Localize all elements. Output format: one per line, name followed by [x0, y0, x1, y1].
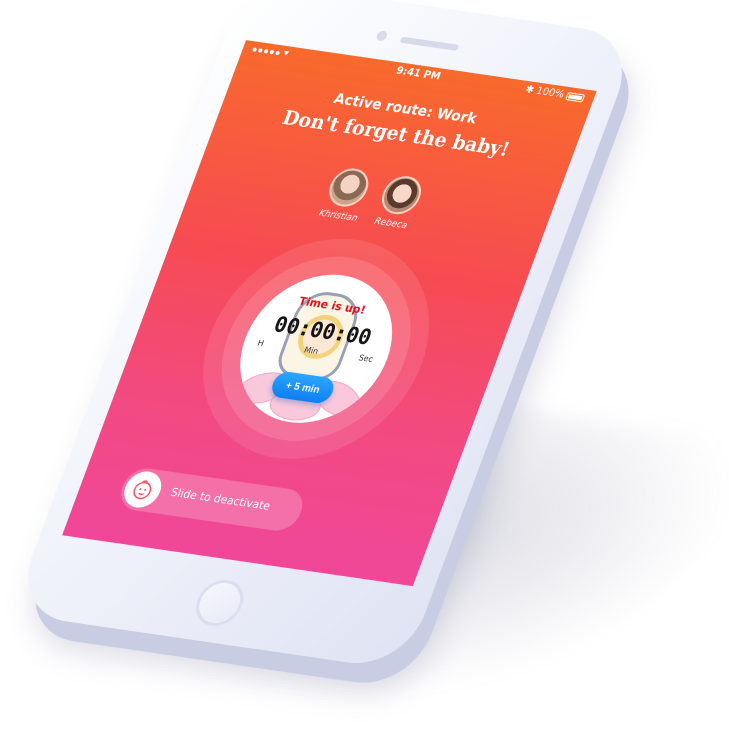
- battery-icon: [565, 91, 586, 103]
- mockup-stage: ▾ 9:41 PM ✱ 100% Active route: Work Don'…: [0, 0, 729, 725]
- avatar: [376, 173, 427, 217]
- baby-face-icon: [133, 480, 152, 500]
- seconds-label: Sec: [357, 353, 375, 365]
- earpiece-speaker: [399, 36, 460, 51]
- home-button[interactable]: [189, 577, 251, 629]
- avatar: [323, 166, 374, 210]
- children-list: Khristian Rebeca: [187, 147, 557, 250]
- slider-label: Slide to deactivate: [168, 485, 273, 513]
- phone-device: ▾ 9:41 PM ✱ 100% Active route: Work Don'…: [10, 0, 640, 671]
- child-name: Rebeca: [372, 216, 409, 232]
- child-rebeca[interactable]: Rebeca: [371, 173, 427, 232]
- slider-knob[interactable]: [118, 469, 167, 510]
- battery-percent: 100%: [534, 85, 566, 101]
- front-camera: [375, 30, 389, 42]
- minutes-label: Min: [302, 345, 320, 357]
- slide-to-deactivate[interactable]: Slide to deactivate: [114, 465, 309, 534]
- status-right: ✱ 100%: [524, 84, 586, 103]
- app-screen: ▾ 9:41 PM ✱ 100% Active route: Work Don'…: [62, 40, 597, 587]
- child-name: Khristian: [317, 208, 359, 224]
- hours-label: H: [256, 338, 266, 349]
- child-khristian[interactable]: Khristian: [317, 166, 375, 224]
